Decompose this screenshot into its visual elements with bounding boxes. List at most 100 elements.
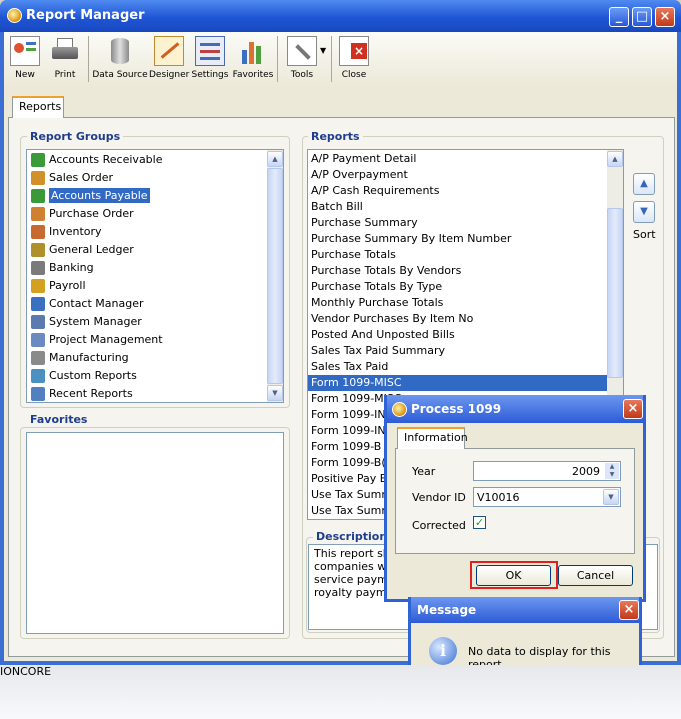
report-item[interactable]: Posted And Unposted Bills: [308, 327, 607, 343]
report-group-item[interactable]: Contact Manager: [27, 295, 267, 313]
scroll-up-arrow-icon[interactable]: ▲: [607, 151, 623, 167]
scroll-up-arrow-icon[interactable]: ▲: [267, 151, 283, 167]
report-group-label: Inventory: [49, 225, 102, 238]
report-group-item[interactable]: Payroll: [27, 277, 267, 295]
vendor-id-select[interactable]: V10016 ▼: [473, 487, 621, 507]
report-item[interactable]: Vendor Purchases By Item No: [308, 311, 607, 327]
scroll-thumb[interactable]: [267, 168, 283, 384]
report-group-item[interactable]: Inventory: [27, 223, 267, 241]
designer-button[interactable]: Designer: [149, 34, 189, 86]
new-label: New: [15, 70, 35, 80]
report-group-label: Project Management: [49, 333, 163, 346]
report-item[interactable]: A/P Payment Detail: [308, 151, 607, 167]
report-item[interactable]: Purchase Totals By Vendors: [308, 263, 607, 279]
process-1099-title-bar[interactable]: Process 1099 ×: [387, 395, 643, 423]
app-icon: [7, 8, 22, 23]
report-group-item[interactable]: System Manager: [27, 313, 267, 331]
report-group-item[interactable]: Accounts Receivable: [27, 151, 267, 169]
sales-order-icon: [31, 171, 45, 185]
groups-scrollbar[interactable]: ▲ ▼: [267, 150, 283, 402]
report-group-item[interactable]: General Ledger: [27, 241, 267, 259]
sort-label: Sort: [633, 228, 656, 241]
sort-up-button[interactable]: ▲: [633, 173, 655, 195]
report-group-item[interactable]: Project Management: [27, 331, 267, 349]
inventory-icon: [31, 225, 45, 239]
close-label: Close: [341, 70, 367, 80]
chevron-down-icon[interactable]: ▼: [603, 489, 619, 505]
report-item[interactable]: Form 1099-MISC: [308, 375, 607, 391]
process-1099-title: Process 1099: [411, 402, 502, 416]
scroll-down-arrow-icon[interactable]: ▼: [267, 385, 283, 401]
general-ledger-icon: [31, 243, 45, 257]
tab-information[interactable]: Information: [397, 427, 468, 449]
report-item[interactable]: A/P Overpayment: [308, 167, 607, 183]
print-button[interactable]: Print: [46, 34, 84, 86]
favorites-button[interactable]: Favorites: [231, 34, 275, 86]
report-item[interactable]: Purchase Summary: [308, 215, 607, 231]
report-group-label: Accounts Payable: [49, 188, 150, 203]
reports-label: Reports: [308, 130, 363, 143]
report-item[interactable]: Purchase Totals By Type: [308, 279, 607, 295]
contact-manager-icon: [31, 297, 45, 311]
corrected-checkbox[interactable]: ✓: [473, 516, 486, 529]
new-button[interactable]: New: [6, 34, 44, 86]
report-groups-list: Accounts Receivable Sales Order Accounts P…: [26, 149, 284, 403]
description-label: Description: [313, 530, 391, 543]
data-source-label: Data Source: [92, 70, 148, 80]
toolbar-separator: [277, 36, 278, 82]
close-dialog-button[interactable]: ×: [623, 399, 643, 419]
sort-down-button[interactable]: ▼: [633, 201, 655, 223]
minimize-button[interactable]: _: [609, 7, 629, 27]
report-group-label: Contact Manager: [49, 297, 144, 310]
report-item[interactable]: Sales Tax Paid Summary: [308, 343, 607, 359]
year-label: Year: [412, 465, 436, 478]
report-group-item[interactable]: Custom Reports: [27, 367, 267, 385]
year-stepper[interactable]: 2009 ▲ ▼: [473, 461, 621, 481]
cancel-button[interactable]: Cancel: [558, 565, 633, 586]
report-group-item[interactable]: Manufacturing: [27, 349, 267, 367]
spin-arrows-icon[interactable]: ▲ ▼: [605, 463, 619, 479]
project-management-icon: [31, 333, 45, 347]
report-item[interactable]: Sales Tax Paid: [308, 359, 607, 375]
recent-reports-icon: [31, 387, 45, 401]
settings-label: Settings: [191, 70, 229, 80]
app-icon: [392, 402, 407, 417]
report-group-item[interactable]: Sales Order: [27, 169, 267, 187]
chevron-down-icon[interactable]: ▼: [320, 46, 326, 55]
message-title-bar[interactable]: Message ×: [411, 597, 639, 623]
manufacturing-icon: [31, 351, 45, 365]
toolbar-separator: [331, 36, 332, 82]
designer-label: Designer: [149, 70, 190, 80]
tools-button[interactable]: Tools: [280, 34, 324, 86]
report-item[interactable]: Purchase Totals: [308, 247, 607, 263]
report-groups-label: Report Groups: [27, 130, 124, 143]
ok-button[interactable]: OK: [476, 565, 551, 586]
title-bar[interactable]: Report Manager: [0, 0, 681, 32]
scroll-thumb[interactable]: [607, 208, 623, 378]
report-group-item[interactable]: Accounts Payable: [27, 187, 267, 205]
close-window-button[interactable]: ×: [655, 7, 675, 27]
system-manager-icon: [31, 315, 45, 329]
report-item[interactable]: Batch Bill: [308, 199, 607, 215]
tab-reports[interactable]: Reports: [12, 96, 64, 118]
settings-icon: [195, 36, 225, 66]
tools-label: Tools: [290, 70, 314, 80]
report-item[interactable]: Purchase Summary By Item Number: [308, 231, 607, 247]
maximize-button[interactable]: □: [632, 7, 652, 27]
report-item[interactable]: Monthly Purchase Totals: [308, 295, 607, 311]
report-group-label: Accounts Receivable: [49, 153, 163, 166]
report-item[interactable]: A/P Cash Requirements: [308, 183, 607, 199]
settings-button[interactable]: Settings: [191, 34, 229, 86]
favorites-list[interactable]: [26, 432, 284, 634]
close-button[interactable]: × Close: [336, 34, 372, 86]
close-report-icon: ×: [339, 36, 369, 66]
close-message-button[interactable]: ×: [619, 600, 639, 620]
accounts-receivable-icon: [31, 153, 45, 167]
favorites-group-label: Favorites: [27, 413, 91, 426]
report-group-item[interactable]: Recent Reports: [27, 385, 267, 402]
report-group-item[interactable]: Banking: [27, 259, 267, 277]
report-group-label: General Ledger: [49, 243, 134, 256]
data-source-button[interactable]: Data Source: [92, 34, 148, 86]
ioncore-watermark-logo: IONCORE: [0, 665, 52, 678]
report-group-item[interactable]: Purchase Order: [27, 205, 267, 223]
